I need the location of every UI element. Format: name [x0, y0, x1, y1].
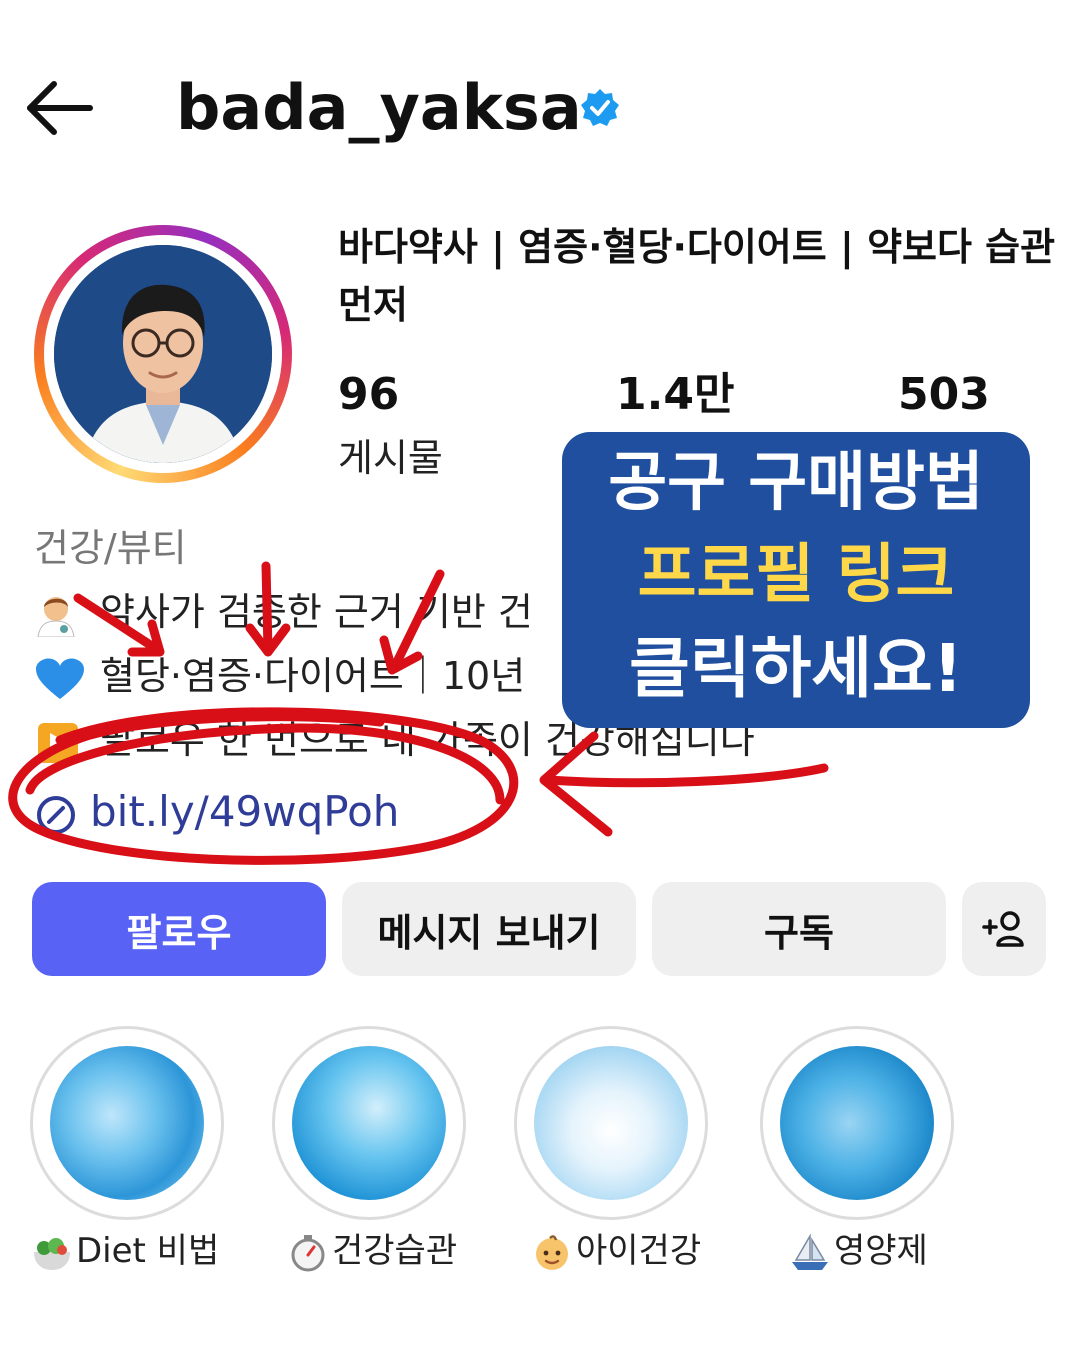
- following-count[interactable]: 503: [898, 366, 990, 424]
- posts-label: 게시물: [338, 436, 443, 480]
- highlight-supplements[interactable]: [760, 1026, 954, 1220]
- add-user-icon: [982, 911, 1024, 947]
- highlight-health-habits[interactable]: [272, 1026, 466, 1220]
- profile-full-name: 바다약사 | 염증·혈당·다이어트 | 약보다 습관 먼저: [338, 225, 1056, 327]
- posts-count[interactable]: 96: [338, 366, 399, 424]
- sailboat-icon: [790, 1232, 830, 1272]
- follow-button[interactable]: 팔로우: [32, 882, 326, 976]
- verified-badge-icon: [581, 89, 619, 126]
- highlight-label: Diet 비법: [32, 1226, 272, 1276]
- stopwatch-icon: [288, 1234, 328, 1272]
- bio-text: 약사가 검증한 근거 기반 건: [100, 590, 533, 634]
- highlight-cover: [292, 1046, 446, 1200]
- baby-icon: [532, 1234, 572, 1272]
- bio-text: 혈당·염증·다이어트｜10년: [100, 654, 526, 698]
- message-button[interactable]: 메시지 보내기: [342, 882, 636, 976]
- callout-line-1: 공구 구매방법: [608, 446, 984, 520]
- highlight-label: 건강습관: [288, 1226, 528, 1276]
- highlight-child-health[interactable]: [514, 1026, 708, 1220]
- followers-count[interactable]: 1.4만: [616, 366, 734, 424]
- highlight-label: 영양제: [790, 1226, 1030, 1276]
- avatar-photo: [54, 245, 272, 463]
- profile-link[interactable]: bit.ly/49wqPoh: [34, 782, 399, 842]
- blue-heart-icon: [34, 657, 86, 701]
- profile-username: bada_yaksa: [176, 71, 582, 144]
- bio-line: 약사가 검증한 근거 기반 건: [34, 584, 533, 640]
- left-arrow-annotation: [543, 763, 829, 788]
- pharmacist-emoji-icon: [34, 593, 86, 637]
- avatar[interactable]: [54, 245, 272, 463]
- bio-line: 혈당·염증·다이어트｜10년: [34, 648, 525, 704]
- callout-line-2: 프로필 링크: [637, 538, 955, 612]
- play-button-icon: [34, 721, 86, 765]
- highlight-cover: [780, 1046, 934, 1200]
- callout-line-3: 클릭하세요!: [629, 630, 963, 707]
- link-icon: [34, 793, 78, 837]
- subscribe-button[interactable]: 구독: [652, 882, 946, 976]
- highlight-diet[interactable]: [30, 1026, 224, 1220]
- highlight-label: 아이건강: [532, 1226, 772, 1276]
- profile-category: 건강/뷰티: [34, 526, 187, 570]
- add-user-button[interactable]: [962, 882, 1046, 976]
- back-button[interactable]: [22, 78, 98, 138]
- highlight-cover: [50, 1046, 204, 1200]
- salad-icon: [32, 1234, 72, 1272]
- arrow-left-icon: [27, 81, 93, 135]
- highlight-cover: [534, 1046, 688, 1200]
- profile-link-text[interactable]: bit.ly/49wqPoh: [90, 787, 399, 836]
